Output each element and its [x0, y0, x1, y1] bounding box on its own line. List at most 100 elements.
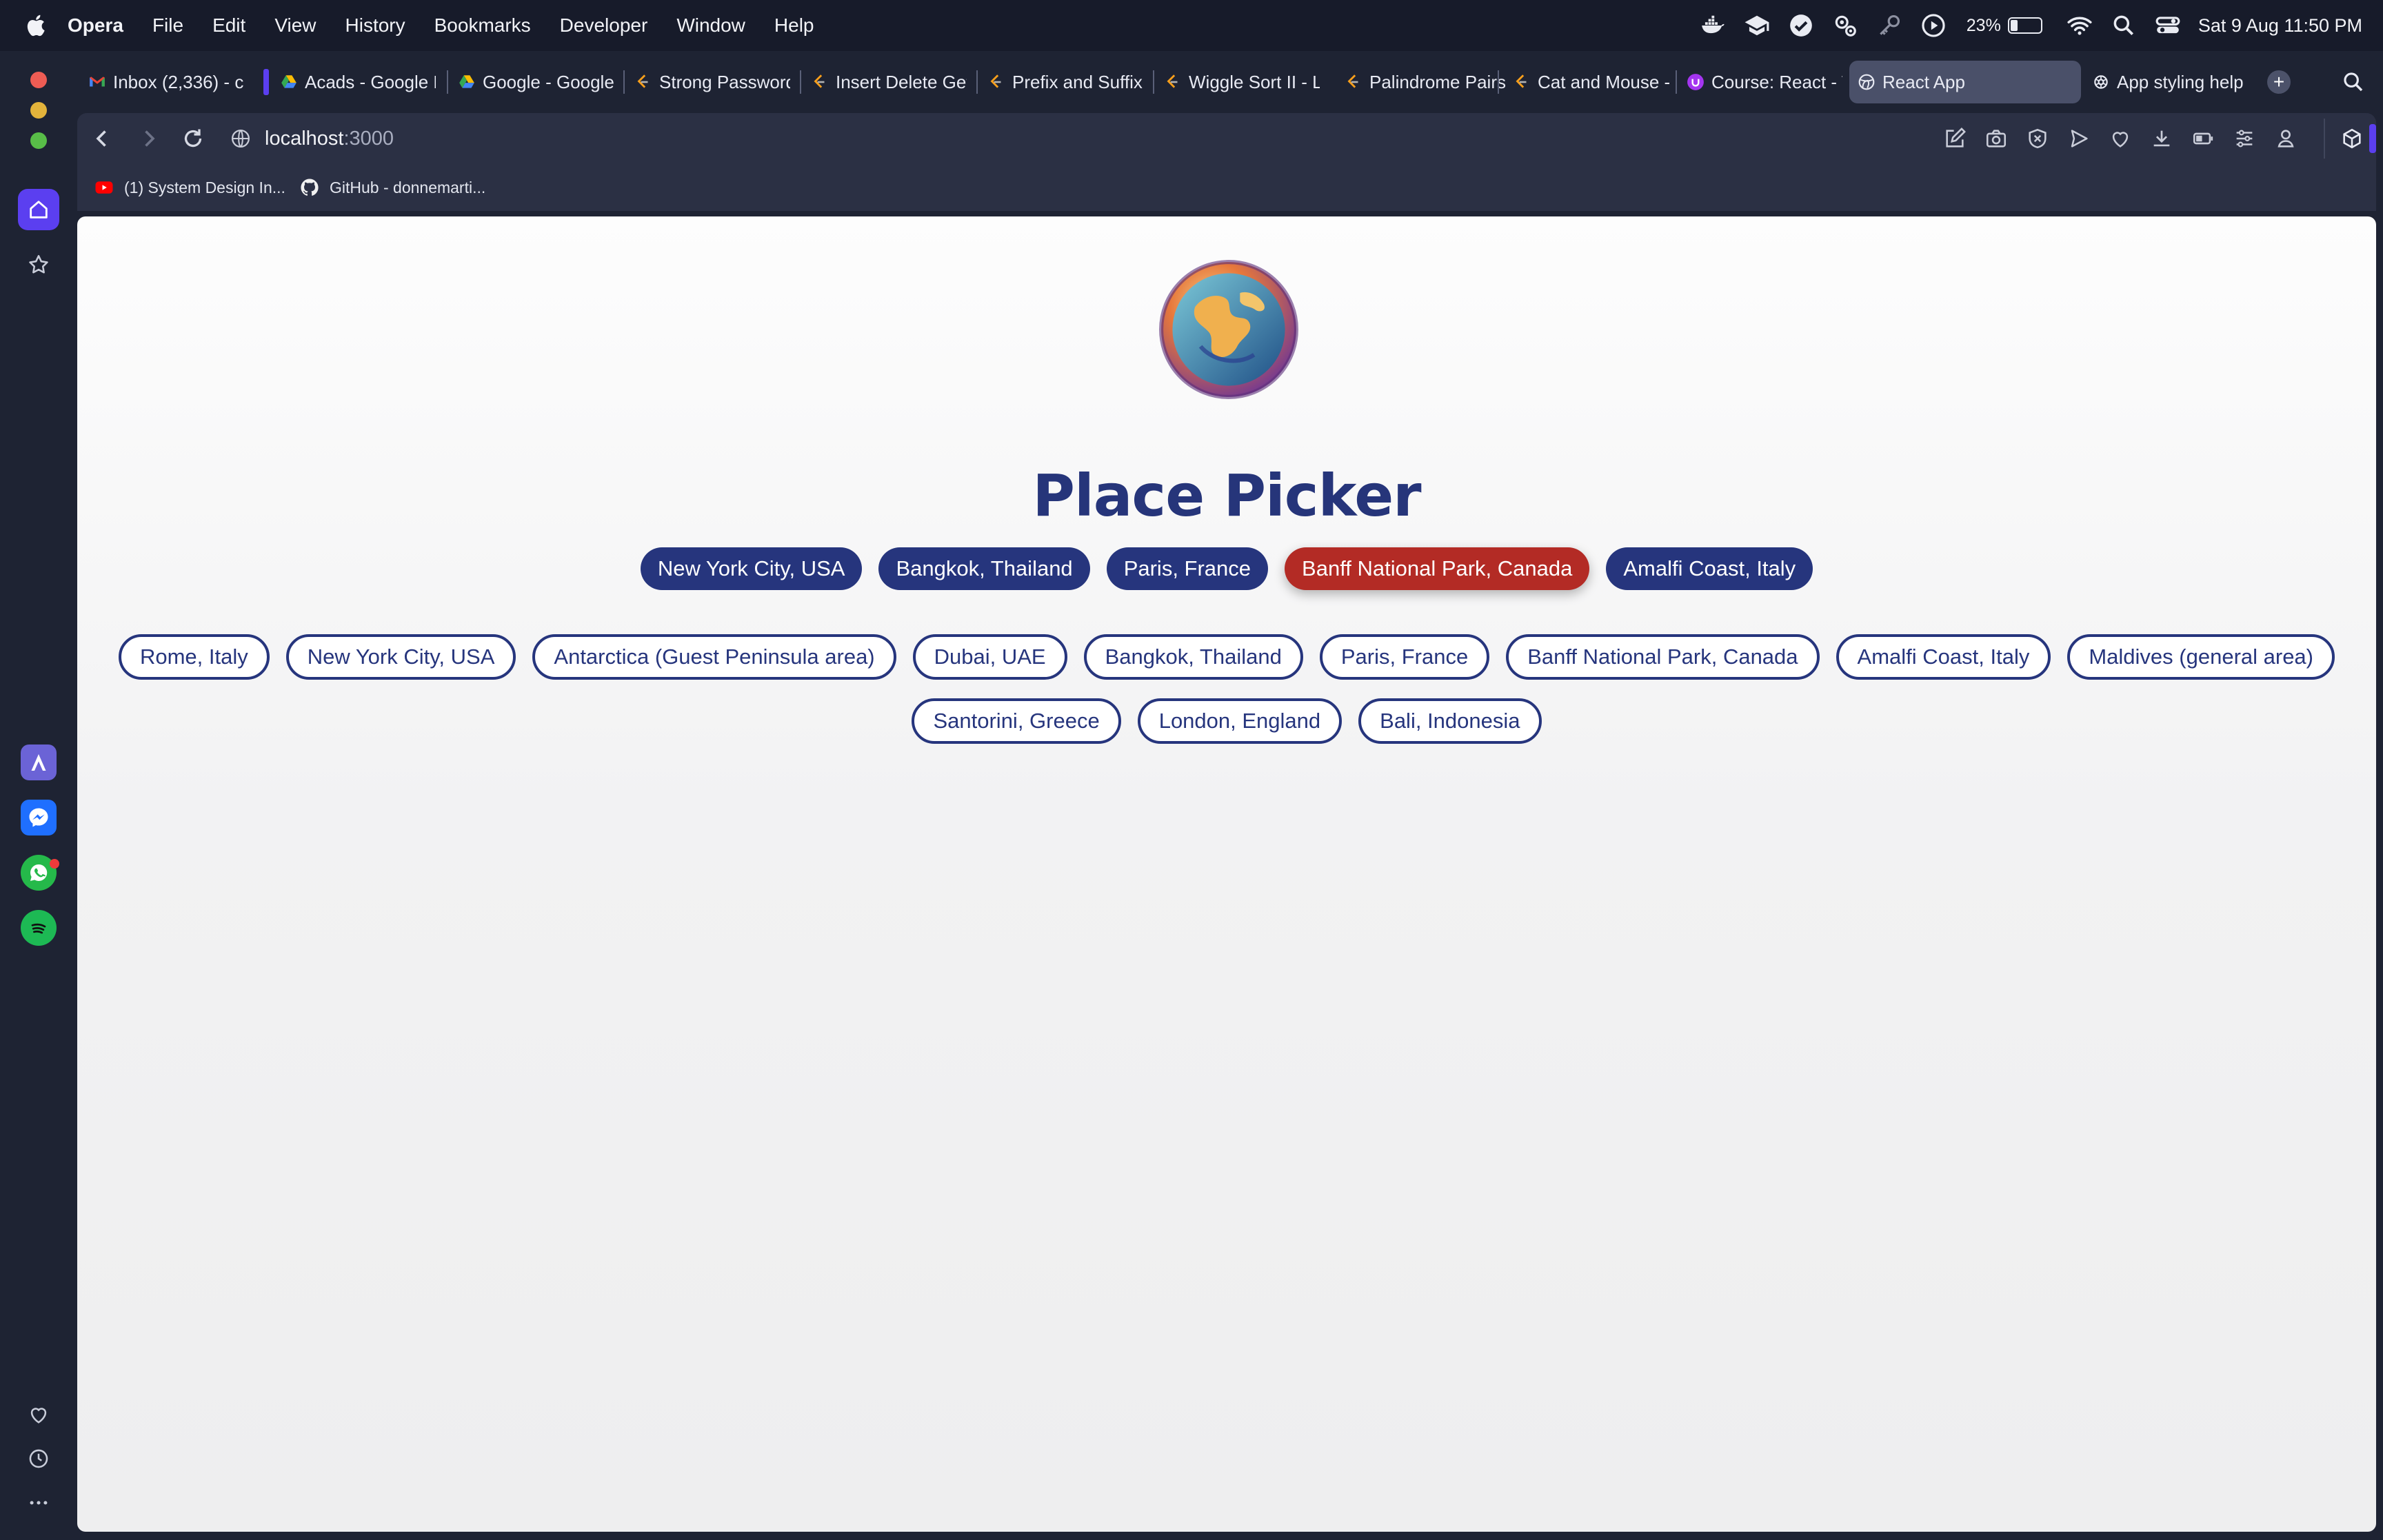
menu-help[interactable]: Help [774, 14, 814, 37]
home-icon[interactable] [18, 189, 59, 230]
available-place-button[interactable]: Maldives (general area) [2067, 634, 2335, 680]
selected-place-button-highlighted[interactable]: Banff National Park, Canada [1285, 547, 1590, 590]
available-place-button[interactable]: Amalfi Coast, Italy [1836, 634, 2051, 680]
selected-places-list: New York City, USA Bangkok, Thailand Par… [77, 547, 2376, 590]
url-port: :3000 [343, 127, 394, 150]
selected-place-button[interactable]: Paris, France [1106, 547, 1269, 590]
status-area: 23% Sat 9 Aug 11:50 PM [1682, 0, 2362, 51]
bookmark-heart-icon[interactable] [2109, 127, 2132, 150]
docker-icon[interactable] [1699, 12, 1727, 39]
menu-file[interactable]: File [152, 14, 183, 37]
send-flow-icon[interactable] [2067, 127, 2091, 150]
tab-strong-password[interactable]: Strong Password [626, 61, 798, 103]
window-close-button[interactable] [30, 72, 47, 88]
control-center-icon[interactable] [2154, 12, 2182, 39]
available-place-button[interactable]: New York City, USA [285, 634, 516, 680]
tab-gmail[interactable]: Inbox (2,336) - c [80, 61, 252, 103]
tab-search-icon[interactable] [2342, 70, 2365, 94]
available-place-button[interactable]: Paris, France [1319, 634, 1490, 680]
available-place-button[interactable]: Bangkok, Thailand [1083, 634, 1303, 680]
spotlight-search-icon[interactable] [2110, 12, 2138, 39]
github-icon [299, 177, 320, 198]
tab-separator [800, 70, 801, 94]
globe-logo-image [1159, 260, 1298, 399]
battery-icon[interactable] [2007, 17, 2042, 34]
site-info-globe-icon[interactable] [230, 128, 251, 149]
available-place-button[interactable]: Santorini, Greece [912, 698, 1121, 744]
available-places-row-1: Rome, Italy New York City, USA Antarctic… [77, 634, 2376, 680]
back-arrow-icon[interactable] [90, 126, 114, 151]
macos-menu-bar: Opera File Edit View History Bookmarks D… [0, 0, 2383, 51]
available-place-button[interactable]: Rome, Italy [118, 634, 270, 680]
easy-setup-icon[interactable] [2233, 127, 2256, 150]
checkmark-circle-icon[interactable] [1787, 12, 1815, 39]
reload-icon[interactable] [181, 126, 205, 151]
history-clock-icon[interactable] [18, 1438, 59, 1479]
selected-place-button[interactable]: New York City, USA [640, 547, 863, 590]
selected-place-button[interactable]: Amalfi Coast, Italy [1606, 547, 1813, 590]
udemy-icon [1687, 73, 1705, 91]
key-icon[interactable] [1876, 12, 1903, 39]
new-tab-button[interactable]: + [2267, 70, 2291, 94]
selected-place-button[interactable]: Bangkok, Thailand [878, 547, 1090, 590]
globe-icon [1858, 73, 1876, 91]
more-options-icon[interactable] [18, 1482, 59, 1523]
tab-wiggle-sort[interactable]: Wiggle Sort II - L [1156, 61, 1328, 103]
tab-google-drive[interactable]: Google - Google [450, 61, 622, 103]
available-place-button[interactable]: Banff National Park, Canada [1506, 634, 1820, 680]
edit-note-icon[interactable] [1943, 127, 1967, 150]
menu-history[interactable]: History [345, 14, 405, 37]
messenger-icon[interactable] [21, 800, 57, 835]
apple-logo-icon[interactable] [25, 13, 50, 38]
tab-acads-drive[interactable]: Acads - Google D [272, 61, 444, 103]
bookmark-system-design[interactable]: (1) System Design In... [94, 164, 285, 211]
battery-saver-icon[interactable] [2191, 127, 2215, 150]
speed-dial-star-icon[interactable] [18, 244, 59, 285]
tab-react-app[interactable]: React App [1849, 61, 2081, 103]
sidebar-panel-indicator [2369, 124, 2376, 153]
url-field[interactable]: localhost:3000 [265, 113, 394, 164]
tab-udemy-course[interactable]: Course: React - T [1678, 61, 1851, 103]
graduation-cap-icon[interactable] [1743, 12, 1771, 39]
window-zoom-button[interactable] [30, 132, 47, 149]
available-place-button[interactable]: Dubai, UAE [912, 634, 1067, 680]
menu-edit[interactable]: Edit [212, 14, 245, 37]
window-minimize-button[interactable] [30, 102, 47, 119]
menu-bookmarks[interactable]: Bookmarks [434, 14, 531, 37]
address-bar-row: localhost:3000 [77, 113, 2376, 164]
clock-datetime[interactable]: Sat 9 Aug 11:50 PM [2198, 15, 2362, 37]
play-circle-icon[interactable] [1920, 12, 1947, 39]
google-drive-icon [280, 73, 298, 91]
menu-app-name[interactable]: Opera [68, 14, 123, 37]
menu-window[interactable]: Window [676, 14, 745, 37]
profile-icon[interactable] [2274, 127, 2297, 150]
tab-separator [1676, 70, 1677, 94]
menu-developer[interactable]: Developer [560, 14, 648, 37]
google-drive-icon [458, 73, 476, 91]
bookmark-github[interactable]: GitHub - donnemarti... [299, 164, 485, 211]
gears-icon[interactable] [1831, 12, 1859, 39]
available-place-button[interactable]: Bali, Indonesia [1358, 698, 1542, 744]
page-viewport: Place Picker New York City, USA Bangkok,… [77, 216, 2376, 1532]
bookmarks-bar: (1) System Design In... GitHub - donnema… [77, 164, 2376, 211]
menu-view[interactable]: View [274, 14, 316, 37]
camera-snapshot-icon[interactable] [1984, 127, 2008, 150]
leetcode-icon [811, 73, 829, 91]
tab-prefix-suffix[interactable]: Prefix and Suffix [979, 61, 1152, 103]
available-place-button[interactable]: Antarctica (Guest Peninsula area) [532, 634, 896, 680]
wifi-icon[interactable] [2066, 12, 2093, 39]
tab-separator [1153, 70, 1154, 94]
tab-separator [976, 70, 978, 94]
available-place-button[interactable]: London, England [1137, 698, 1343, 744]
leetcode-icon [1513, 73, 1531, 91]
download-icon[interactable] [2150, 127, 2173, 150]
extensions-cube-icon[interactable] [2340, 127, 2364, 150]
tab-separator [623, 70, 625, 94]
tab-insert-delete[interactable]: Insert Delete Get [803, 61, 975, 103]
favorites-heart-icon[interactable] [18, 1394, 59, 1435]
spotify-icon[interactable] [21, 910, 57, 946]
opera-sidebar [0, 51, 77, 1540]
forward-arrow-icon[interactable] [137, 126, 161, 151]
aria-ai-icon[interactable] [21, 744, 57, 780]
adblock-shield-icon[interactable] [2026, 127, 2049, 150]
